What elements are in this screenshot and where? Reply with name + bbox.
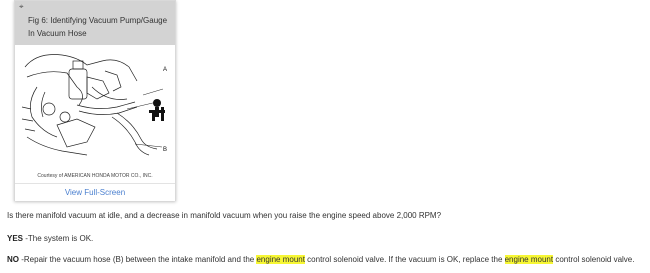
- figure-footer: View Full-Screen: [15, 183, 175, 201]
- highlight-engine-mount-2: engine mount: [504, 255, 554, 264]
- yes-answer: YES -The system is OK.: [7, 234, 93, 244]
- figure-caption: Fig 6: Identifying Vacuum Pump/Gauge In …: [28, 16, 168, 38]
- no-text-3: control solenoid valve.: [553, 255, 635, 264]
- highlight-engine-mount-1: engine mount: [256, 255, 305, 264]
- label-a: A: [163, 67, 167, 73]
- figure-header: ⌖ Fig 6: Identifying Vacuum Pump/Gauge I…: [15, 1, 175, 45]
- magnify-icon[interactable]: ⌖: [19, 3, 27, 11]
- no-label: NO: [7, 255, 19, 264]
- no-answer: NO -Repair the vacuum hose (B) between t…: [7, 255, 634, 265]
- yes-text: -The system is OK.: [23, 234, 94, 243]
- no-text-1: -Repair the vacuum hose (B) between the …: [19, 255, 257, 264]
- question-text: Is there manifold vacuum at idle, and a …: [7, 211, 442, 220]
- label-b: B: [163, 147, 167, 153]
- engine-diagram: A B: [21, 54, 167, 156]
- yes-label: YES: [7, 234, 24, 243]
- view-full-screen-link[interactable]: View Full-Screen: [15, 188, 175, 197]
- no-text-2: control solenoid valve. If the vacuum is…: [304, 255, 505, 264]
- figure-credit: Courtesy of AMERICAN HONDA MOTOR CO., IN…: [37, 173, 153, 179]
- figure-card: ⌖ Fig 6: Identifying Vacuum Pump/Gauge I…: [14, 0, 176, 201]
